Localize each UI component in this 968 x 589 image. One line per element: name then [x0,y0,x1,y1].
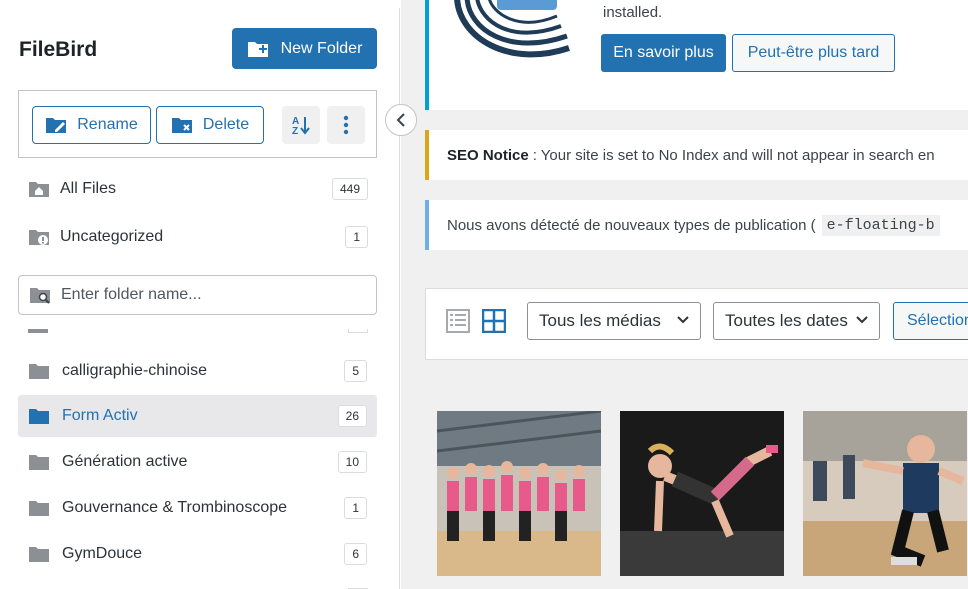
media-thumbnail[interactable] [620,411,784,576]
exercise-photo-image [620,411,784,576]
plugin-notice: installed. En savoir plus Peut-être plus… [425,0,968,110]
rename-folder-icon [46,118,67,133]
folder-item[interactable]: Génération active 10 [18,441,377,483]
folder-uncategorized[interactable]: Uncategorized 1 [28,225,368,249]
post-type-notice-text: Nous avons détecté de nouveaux types de … [447,216,816,234]
bulk-select-button[interactable]: Sélection [893,302,968,340]
folder-item[interactable]: Gouvernance & Trombinoscope 1 [18,487,377,529]
folder-icon [29,455,49,470]
list-view-icon[interactable] [446,309,470,333]
notice-text: installed. [603,4,663,21]
new-folder-icon [247,41,268,57]
group-photo-image [437,411,601,576]
folder-search[interactable] [18,275,377,315]
folder-count: 1 [345,226,368,248]
partial-count [348,329,368,333]
delete-label: Delete [202,116,250,133]
folder-all-files[interactable]: All Files 449 [28,177,368,201]
delete-button[interactable]: Delete [156,106,264,144]
more-vertical-icon [343,115,349,135]
delete-folder-icon [171,118,192,133]
folder-label: All Files [60,180,117,197]
uncategorized-folder-icon [29,230,49,245]
folder-item[interactable]: calligraphie-chinoise 5 [18,350,377,392]
folder-icon [29,501,49,516]
plugin-logo-icon [454,0,570,58]
folder-icon [29,547,49,562]
folder-label: GymDouce [62,545,143,562]
new-folder-button[interactable]: New Folder [232,28,377,69]
media-thumbnail[interactable] [803,411,967,576]
folder-count: 10 [337,451,367,473]
post-type-notice: Nous avons détecté de nouveaux types de … [425,200,968,250]
media-main: installed. En savoir plus Peut-être plus… [401,0,968,589]
learn-more-button[interactable]: En savoir plus [601,34,726,72]
folder-label: calligraphie-chinoise [62,362,207,379]
sort-az-icon: A Z [292,116,310,136]
media-type-value: Tous les médias [539,311,661,330]
seo-notice-title: SEO Notice [447,146,529,164]
folder-label: Génération active [62,453,188,470]
folder-item[interactable]: GymDouce 6 [18,533,377,575]
more-options-button[interactable] [327,106,365,144]
folder-count: 26 [337,405,367,427]
folder-label: Uncategorized [60,228,164,245]
media-date-filter[interactable]: Toutes les dates [713,302,880,340]
folder-label: Form Activ [62,407,138,424]
seo-notice: SEO Notice : Your site is set to No Inde… [425,130,968,180]
seo-notice-text: : Your site is set to No Index and will … [532,146,935,164]
folder-icon [29,364,49,379]
partial-folder-icon [28,329,48,333]
folder-item-active[interactable]: Form Activ 26 [18,395,377,437]
post-type-code: e-floating-b [821,214,940,236]
folder-count: 449 [331,178,368,200]
rename-button[interactable]: Rename [32,106,151,144]
filebird-sidebar: FileBird New Folder Rename Delete A Z Al… [8,8,400,589]
folder-toolbar: Rename Delete A Z [18,90,377,158]
folder-list: calligraphie-chinoise 5 Form Activ 26 Gé… [18,326,377,589]
media-thumbnail[interactable] [437,411,601,576]
folder-count: 1 [344,497,367,519]
media-date-value: Toutes les dates [725,311,848,330]
grid-view-icon[interactable] [482,309,506,333]
maybe-later-button[interactable]: Peut-être plus tard [732,34,895,72]
chevron-down-icon [677,316,689,324]
home-folder-icon [29,182,49,197]
folder-search-input[interactable] [61,286,361,304]
media-toolbar: Tous les médias Toutes les dates Sélecti… [425,288,968,360]
sidebar-title: FileBird [19,38,98,61]
search-folder-icon [30,288,50,304]
lunge-photo-image [803,411,967,576]
new-folder-label: New Folder [280,39,363,57]
media-type-filter[interactable]: Tous les médias [527,302,701,340]
folder-count: 5 [344,360,367,382]
sort-button[interactable]: A Z [282,106,320,144]
folder-label: Gouvernance & Trombinoscope [62,499,288,516]
rename-label: Rename [77,116,138,133]
chevron-down-icon [856,316,868,324]
svg-text:Z: Z [292,126,298,136]
folder-count: 6 [344,543,367,565]
chevron-left-icon [396,113,405,127]
collapse-sidebar-button[interactable] [385,104,417,136]
folder-icon [29,409,49,424]
